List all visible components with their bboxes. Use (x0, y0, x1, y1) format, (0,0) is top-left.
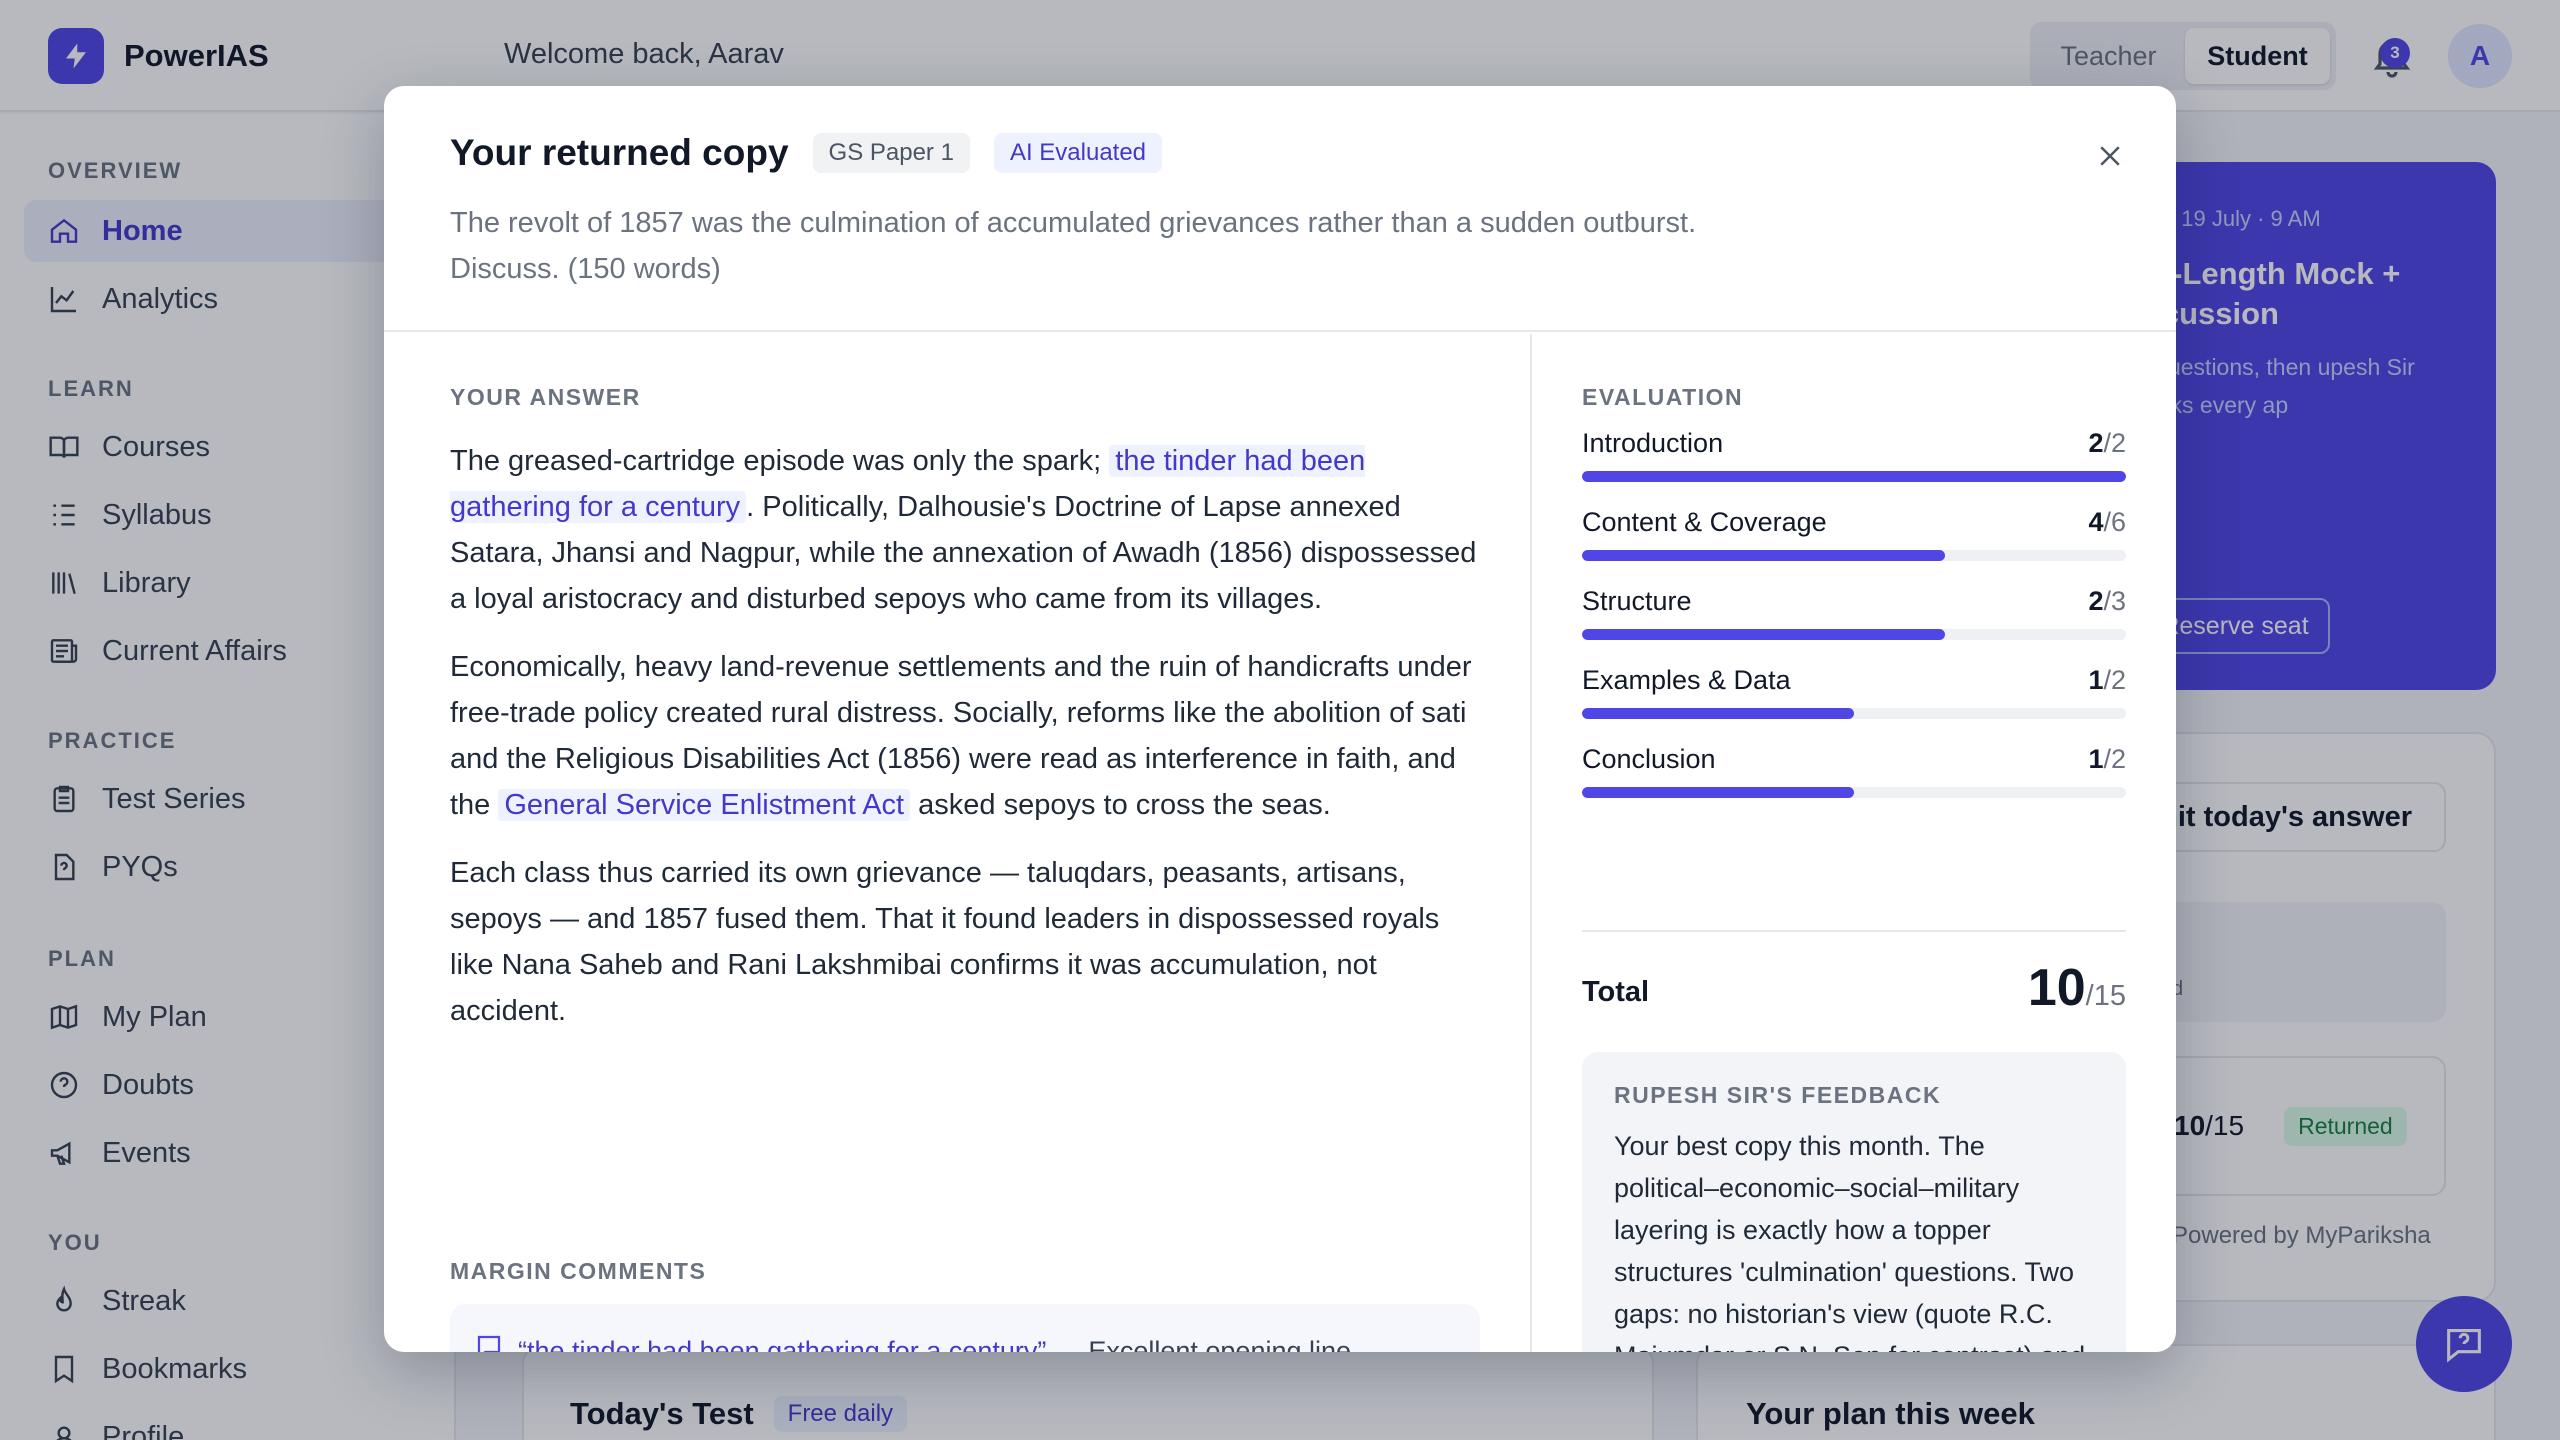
answer-text: The greased-cartridge episode was only t… (450, 438, 1480, 1056)
highlighted-phrase[interactable]: General Service Enlistment Act (498, 789, 911, 821)
modal-header: Your returned copy GS Paper 1 AI Evaluat… (384, 86, 2176, 332)
margin-comment: “the tinder had been gathering for a cen… (450, 1304, 1480, 1352)
feedback-label: RUPESH SIR'S FEEDBACK (1614, 1082, 1942, 1108)
comment-quote: “the tinder had been gathering for a cen… (518, 1336, 1047, 1352)
total-label: Total (1582, 976, 1650, 1008)
ai-evaluated-chip: AI Evaluated (993, 133, 1163, 173)
criterion-bar (1582, 708, 2126, 719)
criterion-bar (1582, 471, 2126, 482)
criterion-conclusion: Conclusion 1/2 (1582, 744, 2126, 798)
comment-icon (477, 1335, 501, 1352)
feedback-text: Your best copy this month. The political… (1614, 1131, 2085, 1352)
answer-section-label: YOUR ANSWER (450, 384, 641, 410)
total-score: 10/15 (2027, 959, 2126, 1017)
question-text: The revolt of 1857 was the culmination o… (450, 207, 1697, 285)
teacher-feedback: RUPESH SIR'S FEEDBACK Your best copy thi… (1582, 1052, 2126, 1352)
returned-copy-modal: Your returned copy GS Paper 1 AI Evaluat… (384, 86, 2176, 1352)
criterion-bar (1582, 629, 2126, 640)
close-icon (2100, 146, 2120, 166)
answer-paragraph: Economically, heavy land-revenue settlem… (450, 651, 1472, 821)
criterion-content: Content & Coverage 4/6 (1582, 507, 2126, 561)
evaluation-section-label: EVALUATION (1582, 384, 1744, 410)
margin-comments-label: MARGIN COMMENTS (450, 1258, 707, 1284)
criterion-introduction: Introduction 2/2 (1582, 428, 2126, 482)
modal-title: Your returned copy (450, 132, 789, 173)
answer-pane[interactable]: YOUR ANSWER The greased-cartridge episod… (384, 334, 1532, 1352)
evaluation-pane[interactable]: EVALUATION Introduction 2/2 Content & Cov… (1534, 334, 2176, 1352)
answer-paragraph: Each class thus carried its own grievanc… (450, 857, 1440, 1027)
criterion-bar (1582, 787, 2126, 798)
criterion-examples: Examples & Data 1/2 (1582, 665, 2126, 719)
paper-chip: GS Paper 1 (812, 133, 970, 173)
criterion-structure: Structure 2/3 (1582, 586, 2126, 640)
answer-paragraph: The greased-cartridge episode was only t… (450, 445, 1477, 615)
criterion-bar (1582, 550, 2126, 561)
divider (1582, 930, 2126, 932)
close-button[interactable] (2084, 130, 2136, 182)
